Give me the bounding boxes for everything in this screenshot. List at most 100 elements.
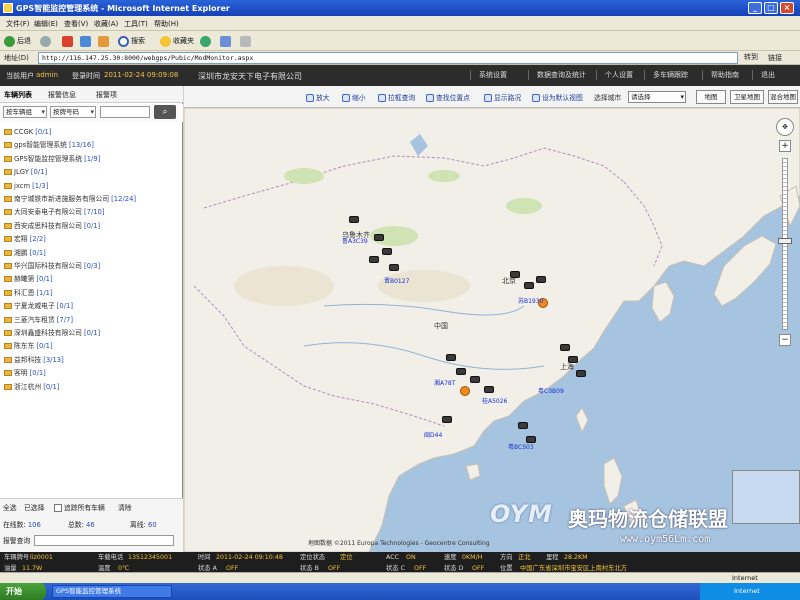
tree-group-item[interactable]: 西安成思科技有限公司 [0/1] — [4, 220, 100, 232]
address-input[interactable]: http://116.147.25.30:8000/webgps/Pubic/M… — [38, 52, 738, 64]
tree-group-item[interactable]: gps智能管理系统 [13/16] — [4, 139, 94, 151]
tree-group-item[interactable]: 浙江杭州 [0/1] — [4, 381, 59, 393]
favorites-button[interactable]: 收藏夹 — [160, 35, 194, 48]
nav-logout[interactable]: 退出 — [752, 70, 775, 80]
city-select[interactable]: 请选择 — [628, 91, 686, 103]
home-button[interactable] — [98, 35, 111, 48]
tab-vehicle-list[interactable]: 车辆列表 — [4, 90, 32, 100]
vehicle-marker[interactable] — [510, 271, 520, 278]
links-button[interactable]: 链接 — [768, 53, 782, 63]
tree-group-item[interactable]: 赫曦第 [0/1] — [4, 273, 53, 285]
history-button[interactable] — [200, 35, 213, 48]
vehicle-marker[interactable] — [374, 234, 384, 241]
zoom-out-button[interactable]: − — [779, 334, 791, 346]
box-query-tool[interactable]: 拉框查询 — [378, 92, 415, 102]
tab-alarm-info[interactable]: 报警信息 — [48, 90, 76, 100]
vehicle-marker[interactable] — [560, 344, 570, 351]
group-filter-select[interactable]: 按车辆组 — [3, 106, 47, 118]
start-button[interactable]: 开始 — [0, 583, 46, 600]
nav-system-settings[interactable]: 系统设置 — [470, 70, 507, 80]
plate-filter-select[interactable]: 按牌号码 — [50, 106, 96, 118]
forward-button[interactable] — [40, 35, 53, 48]
select-all-link[interactable]: 全选 — [3, 502, 17, 512]
tree-group-item[interactable]: 客明 [0/1] — [4, 367, 46, 379]
pan-control[interactable]: ✥ — [776, 118, 794, 136]
clear-link[interactable]: 清除 — [118, 502, 132, 512]
tree-group-item[interactable]: 益邦科技 [3/13] — [4, 354, 64, 366]
vehicle-marker[interactable] — [369, 256, 379, 263]
person-marker[interactable] — [460, 386, 470, 396]
tree-group-item[interactable]: 大同安泰电子有限公司 [7/10] — [4, 206, 105, 218]
tree-group-item[interactable]: 宏翔 [2/2] — [4, 233, 46, 245]
vehicle-search-input[interactable] — [100, 106, 150, 118]
menu-tools[interactable]: 工具(T) — [124, 19, 148, 29]
tree-group-item[interactable]: 华兴国际科技有限公司 [0/3] — [4, 260, 100, 272]
tree-group-item[interactable]: 南宁城铁市新进施服务有限公司 [12/24] — [4, 193, 136, 205]
tree-group-item[interactable]: CCGK [0/1] — [4, 126, 51, 138]
tree-group-item[interactable]: 陈东东 [0/1] — [4, 340, 53, 352]
nav-help[interactable]: 帮助指南 — [702, 70, 739, 80]
mail-button[interactable] — [220, 35, 233, 48]
maximize-button[interactable]: □ — [764, 2, 778, 14]
menu-help[interactable]: 帮助(H) — [154, 19, 179, 29]
nav-data-query[interactable]: 数据查询及统计 — [528, 70, 586, 80]
menu-view[interactable]: 查看(V) — [64, 19, 88, 29]
back-button[interactable]: 后退 — [4, 35, 31, 48]
tree-group-item[interactable]: GPS智能监控管理系统 [1/9] — [4, 153, 100, 165]
menu-favorites[interactable]: 收藏(A) — [94, 19, 118, 29]
tree-group-item[interactable]: 深圳鑫盛科技有限公司 [0/1] — [4, 327, 100, 339]
nav-personal-settings[interactable]: 个人设置 — [596, 70, 633, 80]
group-count: [0/1] — [83, 221, 101, 230]
vehicle-marker[interactable] — [470, 376, 480, 383]
menu-file[interactable]: 文件(F) — [6, 19, 30, 29]
tab-alarm-items[interactable]: 报警项 — [96, 90, 117, 100]
close-button[interactable]: × — [780, 2, 794, 14]
selected-link[interactable]: 已选择 — [24, 502, 44, 512]
taskbar-app-button[interactable]: GPS智能监控管理系统 — [52, 585, 172, 598]
menu-edit[interactable]: 编辑(E) — [34, 19, 58, 29]
vehicle-marker[interactable] — [382, 248, 392, 255]
hybrid-button[interactable]: 混合地图 — [768, 90, 798, 104]
vehicle-marker[interactable] — [524, 282, 534, 289]
default-view-tool[interactable]: 设为默认视图 — [532, 92, 583, 102]
view-icon — [532, 94, 540, 102]
vehicle-marker[interactable] — [349, 216, 359, 223]
vehicle-marker[interactable] — [456, 368, 466, 375]
alarm-query-input[interactable] — [34, 535, 174, 546]
zoom-slider[interactable] — [782, 158, 788, 330]
map-view[interactable]: 放大 缩小 拉框查询 查找位置点 显示路况 设为默认视图 选择城市 请选择 地图… — [184, 86, 800, 552]
tree-group-item[interactable]: 科汇恩 [1/1] — [4, 287, 53, 299]
traffic-tool[interactable]: 显示路况 — [484, 92, 521, 102]
tree-group-item[interactable]: 湘鹏 [0/1] — [4, 247, 46, 259]
go-button[interactable]: 转到 — [744, 52, 758, 62]
group-name: 科汇恩 — [14, 288, 35, 297]
search-button[interactable]: 搜索 — [118, 35, 145, 48]
vehicle-marker[interactable] — [442, 416, 452, 423]
zoom-in-tool[interactable]: 放大 — [306, 92, 330, 102]
satellite-button[interactable]: 卫星地图 — [730, 90, 764, 104]
tree-group-item[interactable]: 三菱汽车租赁 [7/7] — [4, 314, 73, 326]
vehicle-marker[interactable] — [389, 264, 399, 271]
print-button[interactable] — [240, 35, 253, 48]
tree-group-item[interactable]: jxcm [1/3] — [4, 180, 48, 192]
vehicle-marker[interactable] — [576, 370, 586, 377]
forward-arrow-icon — [40, 35, 51, 47]
map-type-button[interactable]: 地图 — [696, 90, 726, 104]
stop-button[interactable] — [62, 35, 75, 48]
minimize-button[interactable]: _ — [748, 2, 762, 14]
vehicle-marker[interactable] — [446, 354, 456, 361]
zoom-in-button[interactable]: + — [779, 140, 791, 152]
track-all-checkbox[interactable]: 追踪所有车辆 — [54, 502, 105, 512]
vehicle-marker[interactable] — [484, 386, 494, 393]
vehicle-marker[interactable] — [536, 276, 546, 283]
zoom-slider-thumb[interactable] — [778, 238, 792, 244]
vehicle-marker[interactable] — [518, 422, 528, 429]
zoom-out-tool[interactable]: 缩小 — [342, 92, 366, 102]
tree-group-item[interactable]: JLGY [0/1] — [4, 166, 47, 178]
refresh-button[interactable] — [80, 35, 93, 48]
nav-multi-tracking[interactable]: 多车辆跟踪 — [644, 70, 688, 80]
find-location-tool[interactable]: 查找位置点 — [426, 92, 470, 102]
tree-group-item[interactable]: 宁夏龙威电子 [0/1] — [4, 300, 73, 312]
vehicle-marker[interactable] — [568, 356, 578, 363]
vehicle-search-button[interactable]: ⌕ — [154, 105, 176, 119]
